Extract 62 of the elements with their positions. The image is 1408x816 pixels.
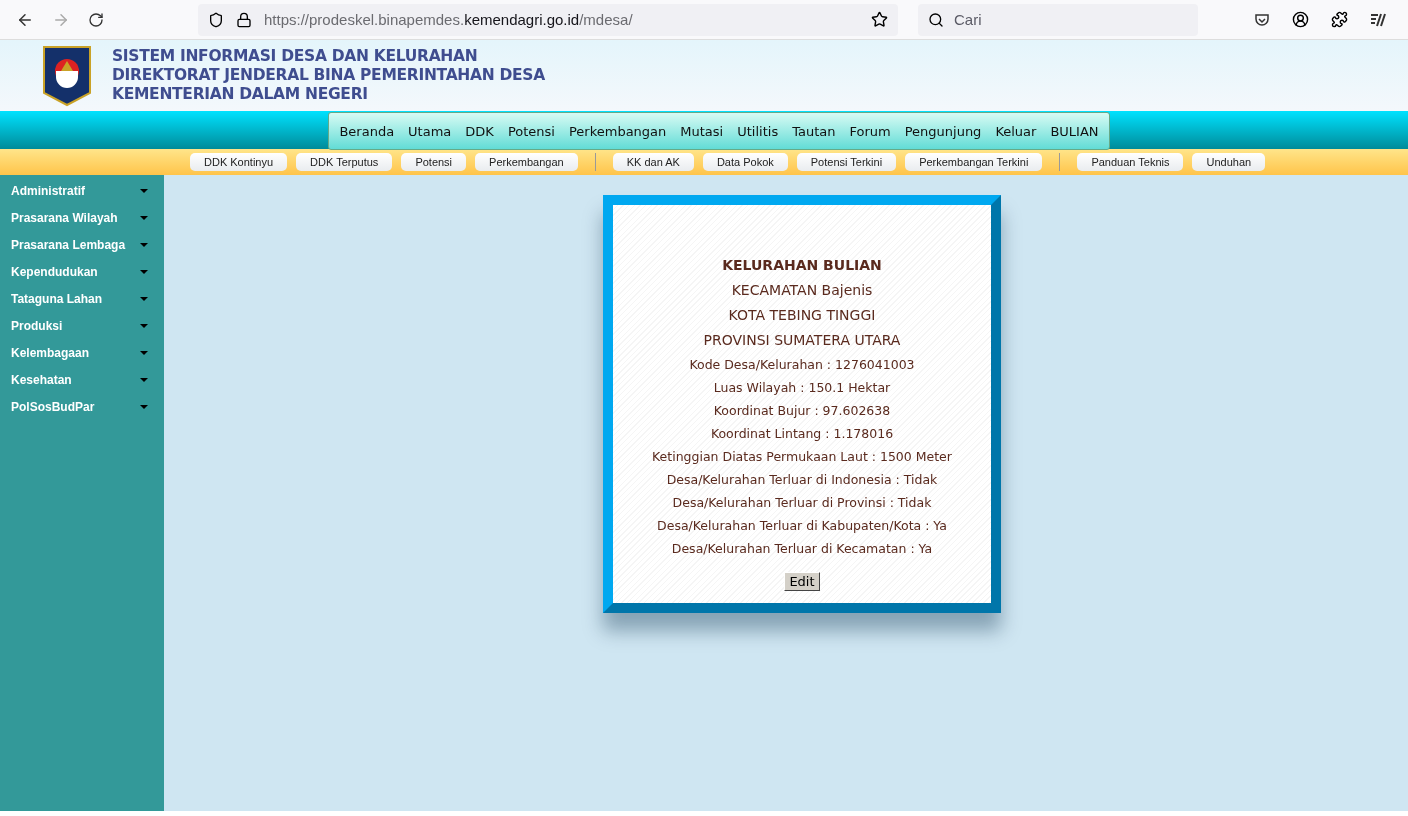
edit-button[interactable]: Edit bbox=[784, 572, 820, 591]
village-title: KELURAHAN BULIAN bbox=[722, 256, 882, 275]
menu-icon[interactable] bbox=[1370, 11, 1386, 28]
address-bar[interactable]: https://prodeskel.binapemdes.kemendagri.go.id/mdesa/ bbox=[198, 3, 898, 36]
menu-link[interactable]: BULIAN bbox=[1043, 123, 1106, 139]
caret-icon bbox=[140, 404, 148, 409]
search-input[interactable]: Cari bbox=[952, 10, 1188, 29]
submenu-button[interactable]: Data Pokok bbox=[702, 153, 788, 171]
menu-link[interactable]: Pengunjung bbox=[897, 123, 989, 139]
caret-icon bbox=[140, 242, 148, 247]
region-text: PROVINSI SUMATERA UTARA bbox=[703, 331, 901, 350]
detail-text: Ketinggian Diatas Permukaan Laut : 1500 Meter bbox=[652, 448, 952, 466]
header-title: KEMENTERIAN DALAM NEGERI bbox=[112, 85, 369, 104]
caret-icon bbox=[140, 350, 148, 355]
submenu-button[interactable]: DDK Kontinyu bbox=[190, 153, 288, 171]
detail-text: Desa/Kelurahan Terluar di Indonesia : Tidak bbox=[666, 471, 938, 489]
shield-icon bbox=[208, 11, 224, 28]
caret-icon bbox=[140, 377, 148, 382]
reload-icon bbox=[88, 11, 104, 28]
caret-icon bbox=[140, 215, 148, 220]
detail-text: Kode Desa/Kelurahan : 1276041003 bbox=[689, 356, 915, 374]
submenu-button[interactable]: Potensi Terkini bbox=[796, 153, 897, 171]
submenu-button[interactable]: Perkembangan Terkini bbox=[905, 153, 1043, 171]
caret-icon bbox=[140, 296, 148, 301]
menu-link[interactable]: Beranda bbox=[332, 123, 402, 139]
region-text: KECAMATAN Bajenis bbox=[731, 281, 873, 300]
search-icon bbox=[928, 11, 944, 28]
menu-link[interactable]: Potensi bbox=[500, 123, 562, 139]
pocket-icon[interactable] bbox=[1254, 11, 1270, 28]
menu-link[interactable]: DDK bbox=[458, 123, 501, 139]
caret-icon bbox=[140, 269, 148, 274]
header-title: SISTEM INFORMASI DESA DAN KELURAHAN bbox=[112, 47, 479, 66]
header-title: DIREKTORAT JENDERAL BINA PEMERINTAHAN DESA bbox=[112, 66, 545, 85]
submenu-button[interactable]: Perkembangan bbox=[475, 153, 578, 171]
detail-text: Luas Wilayah : 150.1 Hektar bbox=[713, 379, 891, 397]
menu-link[interactable]: Perkembangan bbox=[561, 123, 674, 139]
account-icon[interactable] bbox=[1292, 11, 1309, 28]
emblem-icon bbox=[42, 44, 92, 107]
menu-link[interactable]: Tautan bbox=[785, 123, 843, 139]
detail-text: Koordinat Bujur : 97.602638 bbox=[713, 402, 891, 420]
menu-link[interactable]: Mutasi bbox=[673, 123, 731, 139]
detail-text: Desa/Kelurahan Terluar di Kecamatan : Ya bbox=[671, 540, 933, 558]
detail-text: Koordinat Lintang : 1.178016 bbox=[710, 425, 894, 443]
submenu-button[interactable]: KK dan AK bbox=[612, 153, 694, 171]
submenu-button[interactable]: Panduan Teknis bbox=[1077, 153, 1184, 171]
search-field[interactable]: Cari bbox=[918, 3, 1198, 36]
caret-icon bbox=[140, 323, 148, 328]
submenu-button[interactable]: DDK Terputus bbox=[296, 153, 393, 171]
lock-icon bbox=[236, 11, 252, 28]
menu-link[interactable]: Utama bbox=[401, 123, 459, 139]
region-text: KOTA TEBING TINGGI bbox=[728, 306, 876, 325]
extensions-icon[interactable] bbox=[1331, 11, 1348, 28]
menu-link[interactable]: Utilitis bbox=[730, 123, 786, 139]
menu-link[interactable]: Keluar bbox=[988, 123, 1044, 139]
menu-link[interactable]: Forum bbox=[842, 123, 898, 139]
submenu-button[interactable]: Potensi bbox=[401, 153, 467, 171]
detail-text: Desa/Kelurahan Terluar di Kabupaten/Kota : Ya bbox=[657, 517, 947, 535]
url-text: https://prodeskel.binapemdes.kemendagri.go.id/mdesa/ bbox=[264, 11, 634, 28]
submenu-button[interactable]: Unduhan bbox=[1192, 153, 1266, 171]
caret-icon bbox=[140, 188, 148, 193]
star-icon[interactable] bbox=[871, 11, 888, 28]
detail-text: Desa/Kelurahan Terluar di Provinsi : Tidak bbox=[672, 494, 932, 512]
